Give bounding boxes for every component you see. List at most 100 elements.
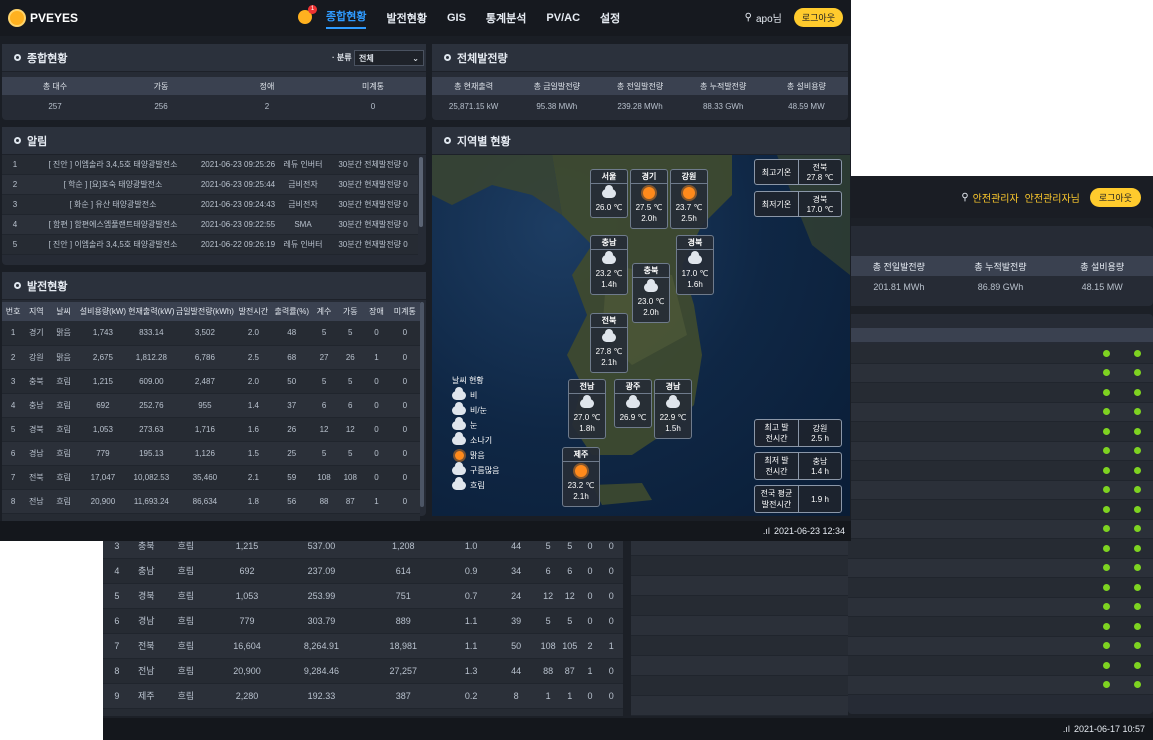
table-row[interactable]: 6 경남 흐림 779 303.79 889 1.1 39 5 5 0 0 [103,608,623,634]
back-logout-button[interactable]: 로그아웃 [1089,187,1141,207]
cloud-icon [569,394,605,412]
summary-title: 종합현황 [27,52,68,65]
table-row[interactable]: 3 충북 흐림 1,215 609.00 2,487 2.0 50 5 5 0 0 [2,369,420,394]
table-row[interactable]: 5 경북 흐림 1,053 253.99 751 0.7 24 12 12 0 0 [103,583,623,609]
logout-button[interactable]: 로그아웃 [793,8,843,27]
table-row[interactable]: 6 경남 흐림 779 195.13 1,126 1.5 25 5 5 0 0 [2,441,420,466]
satellite-map[interactable]: 서울 26.0 ℃ 경기 27.5 ℃ 2.0h 강원 23.7 ℃ 2.5h 충남 23.2 ℃… [432,155,850,516]
table-cell: 56 [272,489,311,514]
alarm-row[interactable]: 5 [ 진안 ] 이엠솔라 3,4,5호 태양광발전소 2021-06-22 09:… [2,235,418,255]
total-power-value: 239.28 MWh [617,101,663,111]
list-item [848,344,1153,364]
list-item [848,519,1153,539]
table-row[interactable]: 5 경북 흐림 1,053 273.63 1,716 1.6 26 12 12 0 0 [2,417,420,442]
weather-card-region: 충북 [633,264,669,278]
alarm-msg: 30분간 전체발전량 0 [338,160,408,169]
table-row[interactable]: 8 전남 흐림 20,900 11,693.24 86,634 1.8 56 88 87 1 0 [2,489,420,514]
back-bottom-list-rows [631,516,848,716]
weather-card[interactable]: 충북 23.0 ℃ 2.0h [632,263,670,323]
generation-header-cell: 지역 [24,302,49,321]
nav-overview[interactable]: 종합현황 [326,8,367,29]
table-row[interactable]: 1 경기 맑음 1,743 833.14 3,502 2.0 48 5 5 0 0 [2,321,420,346]
table-cell: 0 [389,465,420,490]
weather-card[interactable]: 경북 17.0 ℃ 1.6h [676,235,714,295]
table-cell: 3,502 [175,321,235,346]
weather-card-region: 충남 [591,236,627,250]
table-row[interactable]: 2 강원 맑음 2,675 1,812.28 6,786 2.5 68 27 26 1 0 [2,345,420,370]
table-row[interactable]: 7 전북 흐림 16,604 8,264.91 18,981 1.1 50 108 105 2 1 [103,633,623,659]
alarm-row[interactable]: 3 [ 화순 ] 유산 태양광발전소 2021-06-23 09:24:43 금비전자… [2,195,418,215]
sun-logo-icon [10,11,24,25]
back-summary-value: 48.15 MW [1081,282,1123,292]
list-item [631,596,848,616]
shower-icon [452,432,466,445]
weather-card[interactable]: 전남 27.0 ℃ 1.8h [568,379,606,439]
generation-scrollbar[interactable] [420,302,424,507]
alarm-row[interactable]: 1 [ 진안 ] 이엠솔라 3,4,5호 태양광발전소 2021-06-23 09:… [2,155,418,175]
total-power-title: 전체발전량 [457,52,508,65]
table-cell: 20,900 [78,489,128,514]
table-cell: 1 [558,683,581,709]
legend-cloudy: 흐림 [452,477,499,493]
back-summary-header: 총 전일발전량 [872,261,925,272]
min-gen-time-value: 1.4 h [811,467,829,476]
table-cell: 6 [558,558,581,584]
list-item [631,676,848,696]
list-item [631,556,848,576]
nav-settings[interactable]: 설정 [600,10,620,26]
alarm-row[interactable]: 2 [ 학순 ] [요]호숙 태양광발전소 2021-06-23 09:25:44 금… [2,175,418,195]
total-power-header-cell: 총 설비용량 [786,81,826,91]
table-cell: 0.2 [447,683,495,709]
weather-card[interactable]: 강원 23.7 ℃ 2.5h [670,169,708,229]
table-cell: 108 [310,465,338,490]
list-item [848,383,1153,403]
weather-card-region: 광주 [615,380,651,394]
weather-card[interactable]: 광주 26.9 ℃ [614,379,652,428]
nav-statistics[interactable]: 통계분석 [486,10,526,26]
weather-card[interactable]: 전북 27.8 ℃ 2.1h [590,313,628,373]
status-dot-icon [1103,622,1110,630]
table-cell: 50 [494,633,538,659]
notification-bell[interactable]: 1 [298,5,317,24]
table-row[interactable]: 4 충남 흐림 692 237.09 614 0.9 34 6 6 0 0 [103,558,623,584]
list-item [631,576,848,596]
chevron-down-icon: ⌄ [412,53,419,63]
summary-value: 0 [370,101,376,111]
weather-card[interactable]: 경남 22.9 ℃ 1.5h [654,379,692,439]
alarm-row[interactable]: 4 [ 함편 ] 함편에스엠풀랜트태양광발전소 2021-06-23 09:22:5… [2,215,418,235]
table-cell: 192.33 [283,683,360,709]
filter-select[interactable]: 전체 ⌄ [354,50,424,66]
generation-header-cell: 가동 [337,302,364,321]
table-row[interactable]: 4 충남 흐림 692 252.76 955 1.4 37 6 6 0 0 [2,393,420,418]
weather-card[interactable]: 충남 23.2 ℃ 1.4h [590,235,628,295]
alarm-time: 2021-06-23 09:25:26 [200,160,276,169]
table-cell: 1 [580,658,600,684]
weather-card-temp: 27.0 ℃ [573,413,601,422]
table-cell: 8,264.91 [283,633,360,659]
table-cell: 1 [599,633,623,659]
table-row[interactable]: 9 제주 흐림 2,280 192.33 387 0.2 8 1 1 0 0 [103,683,623,709]
logo[interactable]: PVEYES [10,11,78,25]
summary-header-row: 총 대수 가동 정애 미계통 [2,77,426,95]
weather-card[interactable]: 경기 27.5 ℃ 2.0h [630,169,668,229]
back-right-statusbar: .ıl 2021-06-17 10:57 [848,718,1153,740]
weather-card-region: 경남 [655,380,691,394]
nav-generation[interactable]: 발전현황 [386,10,426,26]
nav-gis[interactable]: GIS [447,12,466,24]
table-cell: 692 [78,393,128,418]
generation-header-cell: 장애 [363,302,390,321]
table-cell: 0 [580,683,600,709]
weather-card[interactable]: 서울 26.0 ℃ [590,169,628,218]
nav-pvac[interactable]: PV/AC [546,12,580,24]
alarm-scrollbar[interactable] [419,157,423,227]
table-row[interactable]: 8 전남 흐림 20,900 9,284.46 27,257 1.3 44 88 87 1 0 [103,658,623,684]
table-row[interactable]: 7 전북 흐림 17,047 10,082.53 35,460 2.1 59 108 108 0 0 [2,465,420,490]
section-bullet-icon [444,54,451,61]
table-cell: 105 [558,633,581,659]
back-right-header: ⚲ 안전관리자 안전관리자님 로그아웃 [848,176,1153,218]
table-cell: 1,812.28 [127,345,176,370]
status-dot-icon [1103,681,1110,689]
main-window: PVEYES 1 종합현황 발전현황 GIS 통계분석 PV/AC 설정 ⚲ a… [0,0,851,541]
weather-card[interactable]: 제주 23.2 ℃ 2.1h [562,447,600,507]
table-cell: 1 [363,345,390,370]
